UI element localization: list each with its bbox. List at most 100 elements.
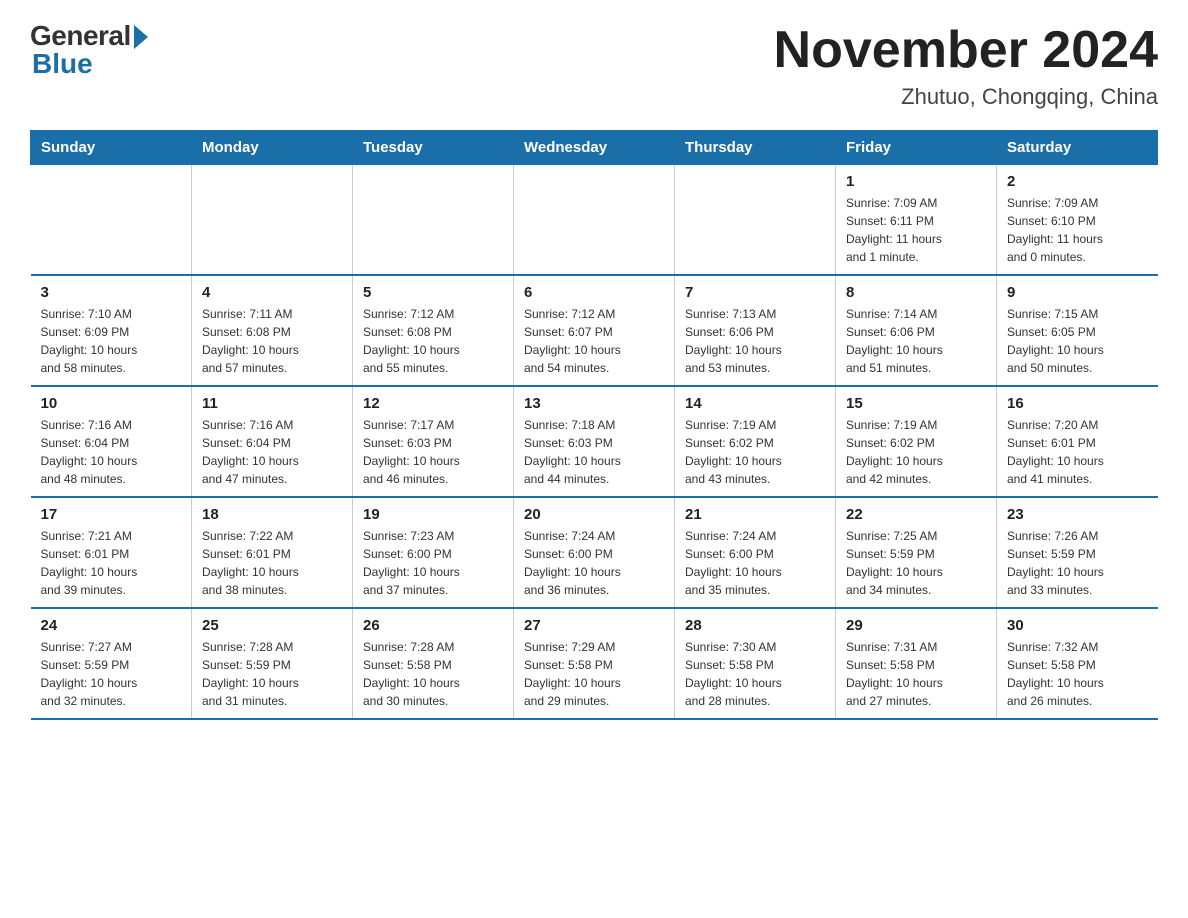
day-info: Sunrise: 7:18 AMSunset: 6:03 PMDaylight:… [524,416,664,488]
calendar-cell: 27Sunrise: 7:29 AMSunset: 5:58 PMDayligh… [514,608,675,719]
calendar-cell: 12 Sunrise: 7:17 AMSunset: 6:03 PMDayligh… [353,386,514,497]
day-info: Sunrise: 7:22 AMSunset: 6:01 PMDaylight:… [202,527,342,599]
day-number: 16 [1007,395,1148,412]
day-info: Sunrise: 7:19 AMSunset: 6:02 PMDaylight:… [685,416,825,488]
calendar-cell: 4 Sunrise: 7:11 AMSunset: 6:08 PMDaylight… [192,275,353,386]
day-info: Sunrise: 7:30 AMSunset: 5:58 PMDaylight:… [685,638,825,710]
day-info: Sunrise: 7:21 AMSunset: 6:01 PMDaylight:… [41,527,182,599]
day-info: Sunrise: 7:09 AMSunset: 6:11 PMDaylight:… [846,194,986,266]
calendar-cell: 26Sunrise: 7:28 AMSunset: 5:58 PMDayligh… [353,608,514,719]
day-info: Sunrise: 7:11 AMSunset: 6:08 PMDaylight:… [202,305,342,377]
week-row-1: 1Sunrise: 7:09 AMSunset: 6:11 PMDaylight… [31,165,1158,276]
day-number: 28 [685,617,825,634]
calendar-cell: 6Sunrise: 7:12 AMSunset: 6:07 PMDaylight… [514,275,675,386]
day-number: 5 [363,284,503,301]
day-info: Sunrise: 7:16 AMSunset: 6:04 PMDaylight:… [41,416,182,488]
calendar-cell: 18 Sunrise: 7:22 AMSunset: 6:01 PMDayligh… [192,497,353,608]
calendar-cell: 13Sunrise: 7:18 AMSunset: 6:03 PMDayligh… [514,386,675,497]
day-info: Sunrise: 7:32 AMSunset: 5:58 PMDaylight:… [1007,638,1148,710]
day-number: 30 [1007,617,1148,634]
page-header: General Blue November 2024 Zhutuo, Chong… [30,20,1158,110]
day-number: 11 [202,395,342,412]
day-info: Sunrise: 7:12 AMSunset: 6:08 PMDaylight:… [363,305,503,377]
col-monday: Monday [192,131,353,165]
day-number: 3 [41,284,182,301]
day-number: 12 [363,395,503,412]
day-number: 2 [1007,173,1148,190]
logo-blue-text: Blue [32,48,93,80]
calendar-cell: 2 Sunrise: 7:09 AMSunset: 6:10 PMDaylight… [997,165,1158,276]
col-wednesday: Wednesday [514,131,675,165]
day-number: 17 [41,506,182,523]
calendar-cell: 25 Sunrise: 7:28 AMSunset: 5:59 PMDayligh… [192,608,353,719]
day-number: 4 [202,284,342,301]
calendar-cell: 16 Sunrise: 7:20 AMSunset: 6:01 PMDayligh… [997,386,1158,497]
calendar-cell: 9 Sunrise: 7:15 AMSunset: 6:05 PMDaylight… [997,275,1158,386]
calendar-cell: 17 Sunrise: 7:21 AMSunset: 6:01 PMDayligh… [31,497,192,608]
day-info: Sunrise: 7:16 AMSunset: 6:04 PMDaylight:… [202,416,342,488]
day-info: Sunrise: 7:27 AMSunset: 5:59 PMDaylight:… [41,638,182,710]
day-info: Sunrise: 7:09 AMSunset: 6:10 PMDaylight:… [1007,194,1148,266]
calendar-cell: 1Sunrise: 7:09 AMSunset: 6:11 PMDaylight… [836,165,997,276]
day-info: Sunrise: 7:26 AMSunset: 5:59 PMDaylight:… [1007,527,1148,599]
calendar-cell: 22 Sunrise: 7:25 AMSunset: 5:59 PMDayligh… [836,497,997,608]
calendar-cell: 29 Sunrise: 7:31 AMSunset: 5:58 PMDayligh… [836,608,997,719]
calendar-cell: 19Sunrise: 7:23 AMSunset: 6:00 PMDayligh… [353,497,514,608]
day-number: 23 [1007,506,1148,523]
day-number: 14 [685,395,825,412]
calendar-cell: 8 Sunrise: 7:14 AMSunset: 6:06 PMDaylight… [836,275,997,386]
week-row-2: 3Sunrise: 7:10 AMSunset: 6:09 PMDaylight… [31,275,1158,386]
calendar-cell [31,165,192,276]
day-info: Sunrise: 7:12 AMSunset: 6:07 PMDaylight:… [524,305,664,377]
day-info: Sunrise: 7:31 AMSunset: 5:58 PMDaylight:… [846,638,986,710]
col-saturday: Saturday [997,131,1158,165]
day-info: Sunrise: 7:28 AMSunset: 5:59 PMDaylight:… [202,638,342,710]
logo: General Blue [30,20,148,80]
day-info: Sunrise: 7:29 AMSunset: 5:58 PMDaylight:… [524,638,664,710]
day-info: Sunrise: 7:15 AMSunset: 6:05 PMDaylight:… [1007,305,1148,377]
day-number: 25 [202,617,342,634]
day-info: Sunrise: 7:17 AMSunset: 6:03 PMDaylight:… [363,416,503,488]
day-number: 7 [685,284,825,301]
location-title: Zhutuo, Chongqing, China [774,84,1158,110]
day-info: Sunrise: 7:20 AMSunset: 6:01 PMDaylight:… [1007,416,1148,488]
calendar-cell: 23 Sunrise: 7:26 AMSunset: 5:59 PMDayligh… [997,497,1158,608]
header-row: Sunday Monday Tuesday Wednesday Thursday… [31,131,1158,165]
calendar-cell: 10 Sunrise: 7:16 AMSunset: 6:04 PMDayligh… [31,386,192,497]
day-info: Sunrise: 7:24 AMSunset: 6:00 PMDaylight:… [524,527,664,599]
col-tuesday: Tuesday [353,131,514,165]
calendar-cell: 28 Sunrise: 7:30 AMSunset: 5:58 PMDayligh… [675,608,836,719]
col-friday: Friday [836,131,997,165]
calendar-cell: 24 Sunrise: 7:27 AMSunset: 5:59 PMDayligh… [31,608,192,719]
title-block: November 2024 Zhutuo, Chongqing, China [774,20,1158,110]
day-number: 9 [1007,284,1148,301]
day-number: 22 [846,506,986,523]
calendar-cell: 3Sunrise: 7:10 AMSunset: 6:09 PMDaylight… [31,275,192,386]
day-info: Sunrise: 7:19 AMSunset: 6:02 PMDaylight:… [846,416,986,488]
col-sunday: Sunday [31,131,192,165]
day-number: 18 [202,506,342,523]
week-row-3: 10 Sunrise: 7:16 AMSunset: 6:04 PMDayligh… [31,386,1158,497]
day-number: 20 [524,506,664,523]
col-thursday: Thursday [675,131,836,165]
day-info: Sunrise: 7:24 AMSunset: 6:00 PMDaylight:… [685,527,825,599]
day-number: 21 [685,506,825,523]
day-info: Sunrise: 7:28 AMSunset: 5:58 PMDaylight:… [363,638,503,710]
calendar-cell [675,165,836,276]
calendar-cell: 14 Sunrise: 7:19 AMSunset: 6:02 PMDayligh… [675,386,836,497]
day-number: 10 [41,395,182,412]
week-row-5: 24 Sunrise: 7:27 AMSunset: 5:59 PMDayligh… [31,608,1158,719]
calendar-cell: 5 Sunrise: 7:12 AMSunset: 6:08 PMDaylight… [353,275,514,386]
day-info: Sunrise: 7:14 AMSunset: 6:06 PMDaylight:… [846,305,986,377]
day-number: 8 [846,284,986,301]
calendar-cell: 7 Sunrise: 7:13 AMSunset: 6:06 PMDaylight… [675,275,836,386]
calendar-cell: 15 Sunrise: 7:19 AMSunset: 6:02 PMDayligh… [836,386,997,497]
day-number: 15 [846,395,986,412]
calendar-table: Sunday Monday Tuesday Wednesday Thursday… [30,130,1158,720]
day-info: Sunrise: 7:13 AMSunset: 6:06 PMDaylight:… [685,305,825,377]
day-number: 24 [41,617,182,634]
calendar-cell: 21 Sunrise: 7:24 AMSunset: 6:00 PMDayligh… [675,497,836,608]
calendar-cell [192,165,353,276]
day-number: 29 [846,617,986,634]
day-info: Sunrise: 7:25 AMSunset: 5:59 PMDaylight:… [846,527,986,599]
